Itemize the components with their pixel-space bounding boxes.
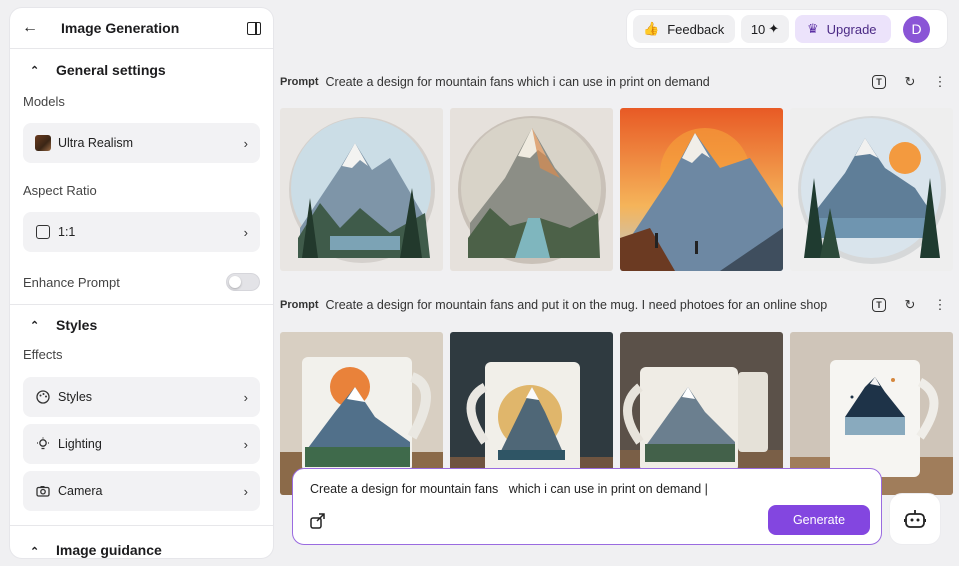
chevron-up-icon: ⌃ (30, 546, 40, 558)
sparkle-icon: ✦ (768, 21, 780, 36)
styles-section-header[interactable]: ⌃ Styles (10, 305, 273, 345)
image-guidance-label: Image guidance (56, 542, 162, 558)
bulb-icon (35, 436, 51, 452)
prompt-tag: Prompt (280, 299, 319, 311)
generated-image[interactable] (790, 108, 953, 271)
prompt-input[interactable]: Create a design for mountain fans which … (310, 482, 708, 496)
model-thumbnail-icon (35, 135, 51, 151)
prompt-text: Create a design for mountain fans and pu… (325, 298, 828, 312)
prompt-row: Prompt Create a design for mountain fans… (280, 72, 952, 92)
palette-icon (35, 389, 51, 405)
more-options-icon[interactable]: ⋮ (932, 74, 948, 90)
enhance-prompt-row: Enhance Prompt (10, 273, 273, 291)
aspect-ratio-value: 1:1 (58, 225, 76, 239)
feedback-button[interactable]: 👍 Feedback (633, 15, 735, 43)
thumbs-up-icon: 👍 (643, 21, 660, 36)
sidebar: ← Image Generation ⌃ General settings Mo… (10, 8, 273, 558)
square-icon (35, 224, 51, 240)
prompt-tag: Prompt (280, 76, 319, 88)
chevron-up-icon: ⌃ (30, 319, 40, 332)
chevron-right-icon: › (243, 436, 248, 452)
text-copy-icon[interactable]: T (872, 75, 888, 89)
back-arrow-icon[interactable]: ← (22, 19, 42, 37)
prompt-row: Prompt Create a design for mountain fans… (280, 295, 952, 315)
panel-toggle-icon[interactable] (247, 21, 261, 35)
prompt-composer[interactable]: Create a design for mountain fans which … (292, 468, 882, 545)
chevron-right-icon: › (243, 389, 248, 405)
regenerate-icon[interactable]: ↻ (902, 297, 918, 313)
models-label: Models (23, 94, 65, 109)
chevron-right-icon: › (243, 224, 248, 240)
upgrade-label: Upgrade (826, 21, 877, 37)
sidebar-header: ← Image Generation (10, 8, 273, 49)
robot-icon (904, 510, 926, 528)
crown-icon: ♛ (807, 21, 819, 36)
page-title: Image Generation (61, 20, 180, 36)
top-bar: 👍 Feedback 10 ✦ ♛ Upgrade D (627, 10, 947, 48)
assistant-bot-button[interactable] (890, 494, 940, 544)
chevron-right-icon: › (243, 483, 248, 499)
general-settings-label: General settings (56, 62, 166, 78)
model-select[interactable]: Ultra Realism › (23, 123, 260, 163)
lighting-label: Lighting (58, 437, 102, 451)
styles-section-label: Styles (56, 317, 98, 333)
regenerate-icon[interactable]: ↻ (902, 74, 918, 90)
chevron-right-icon: › (243, 135, 248, 151)
upgrade-button[interactable]: ♛ Upgrade (795, 15, 891, 43)
image-guidance-header[interactable]: ⌃ Image guidance (10, 526, 273, 558)
camera-label: Camera (58, 484, 103, 498)
model-value: Ultra Realism (58, 136, 134, 150)
text-copy-icon[interactable]: T (872, 298, 888, 312)
generated-image[interactable] (280, 108, 443, 271)
more-options-icon[interactable]: ⋮ (932, 297, 948, 313)
credits-badge[interactable]: 10 ✦ (741, 15, 789, 43)
avatar[interactable]: D (903, 15, 930, 43)
prompt-text: Create a design for mountain fans which … (325, 75, 710, 89)
general-settings-header[interactable]: ⌃ General settings (10, 50, 273, 90)
aspect-ratio-label: Aspect Ratio (23, 183, 97, 198)
enhance-prompt-label: Enhance Prompt (23, 274, 120, 290)
image-upload-icon[interactable] (309, 511, 329, 531)
generated-image[interactable] (450, 108, 613, 271)
credits-count: 10 (750, 21, 766, 37)
generated-image[interactable] (620, 108, 783, 271)
aspect-ratio-select[interactable]: 1:1 › (23, 212, 260, 252)
camera-button[interactable]: Camera › (23, 471, 260, 511)
styles-button[interactable]: Styles › (23, 377, 260, 417)
feedback-label: Feedback (667, 21, 725, 37)
enhance-prompt-toggle[interactable] (226, 273, 260, 291)
generate-button[interactable]: Generate (768, 505, 870, 535)
image-grid (280, 108, 954, 271)
effects-label: Effects (23, 347, 63, 362)
styles-label: Styles (58, 390, 93, 404)
lighting-button[interactable]: Lighting › (23, 424, 260, 464)
chevron-up-icon: ⌃ (30, 64, 40, 77)
camera-icon (35, 483, 51, 499)
